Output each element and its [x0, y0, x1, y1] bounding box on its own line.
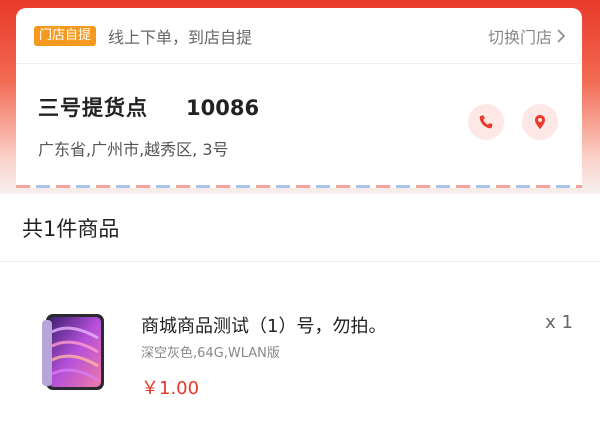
switch-store-button[interactable]: 切换门店 — [488, 24, 568, 48]
store-location-button[interactable] — [522, 104, 558, 140]
pickup-mode-header: 门店自提 线上下单，到店自提 切换门店 — [16, 8, 582, 64]
store-phone: 10086 — [186, 96, 260, 120]
pickup-mode-tag: 门店自提 — [34, 25, 97, 46]
pickup-store-card: 门店自提 线上下单，到店自提 切换门店 三号提货点 10086 广东省,广州市,… — [16, 8, 582, 188]
goods-spec: 深空灰色,64G,WLAN版 — [141, 346, 280, 361]
phone-icon — [479, 115, 493, 129]
pickup-mode-description: 线上下单，到店自提 — [108, 27, 253, 47]
store-address: 广东省,广州市,越秀区, 3号 — [38, 140, 229, 159]
goods-price: ￥1.00 — [141, 378, 200, 399]
call-store-button[interactable] — [468, 104, 504, 140]
store-info: 三号提货点 10086 广东省,广州市,越秀区, 3号 — [16, 64, 582, 186]
goods-count-title: 共1件商品 — [0, 194, 600, 262]
goods-quantity: x 1 — [545, 312, 573, 333]
product-image — [42, 314, 104, 390]
location-pin-icon — [535, 115, 545, 129]
switch-store-label: 切换门店 — [487, 27, 552, 47]
goods-section: 共1件商品 商城商品测试（1）号，勿拍。 深空灰色,64G,WLAN版 ￥1.0… — [0, 194, 600, 443]
airmail-border-stripe — [16, 185, 582, 188]
order-confirm-page: 门店自提 线上下单，到店自提 切换门店 三号提货点 10086 广东省,广州市,… — [0, 0, 600, 443]
store-name: 三号提货点 — [38, 96, 148, 120]
chevron-right-icon — [557, 28, 566, 43]
goods-title: 商城商品测试（1）号，勿拍。 — [141, 316, 387, 337]
goods-item[interactable]: 商城商品测试（1）号，勿拍。 深空灰色,64G,WLAN版 ￥1.00 x 1 — [0, 262, 600, 442]
